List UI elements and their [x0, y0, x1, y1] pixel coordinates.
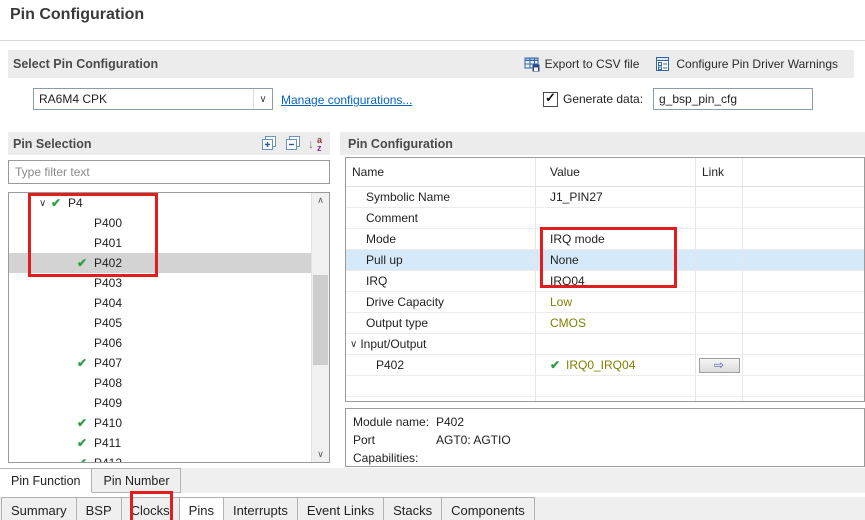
- port-capabilities-label: Port Capabilities:: [353, 431, 436, 467]
- pin-tree: P4 P400 P401 P402 P403 P404 P405 P406 P4…: [8, 192, 330, 463]
- tab-stacks[interactable]: Stacks: [383, 497, 442, 520]
- manage-configurations-link[interactable]: Manage configurations...: [281, 93, 412, 107]
- scroll-down-icon[interactable]: [312, 447, 329, 462]
- table-row[interactable]: Drive Capacity Low: [346, 292, 864, 313]
- table-row[interactable]: Comment: [346, 208, 864, 229]
- tree-item-p401[interactable]: P401: [9, 233, 330, 253]
- pin-configuration-selected-value: RA6M4 CPK: [34, 92, 253, 106]
- column-header-link: Link: [696, 158, 743, 186]
- editor-tab-bar: Summary BSP Clocks Pins Interrupts Event…: [2, 497, 865, 520]
- tab-pin-function[interactable]: Pin Function: [0, 468, 92, 493]
- tab-event-links[interactable]: Event Links: [297, 497, 384, 520]
- table-row-selected[interactable]: Pull up None: [346, 250, 864, 271]
- chevron-down-icon[interactable]: [350, 339, 357, 350]
- table-row[interactable]: P402 IRQ0_IRQ04: [346, 355, 864, 376]
- pin-filter-input[interactable]: [8, 160, 330, 184]
- export-to-csv-button[interactable]: Export to CSV file: [524, 56, 640, 72]
- collapse-all-icon: [285, 136, 301, 151]
- chevron-down-icon[interactable]: [39, 198, 51, 209]
- tree-item-p400[interactable]: P400: [9, 213, 330, 233]
- module-name-label: Module name:: [353, 413, 436, 431]
- generate-data-checkbox[interactable]: [543, 92, 558, 107]
- pin-selection-title: Pin Selection: [13, 137, 92, 151]
- pin-configuration-panel-title: Pin Configuration: [348, 137, 453, 151]
- port-capability-value: AGT0: AGTIO: [436, 431, 511, 467]
- export-to-csv-label: Export to CSV file: [545, 57, 640, 71]
- tab-clocks[interactable]: Clocks: [121, 497, 180, 520]
- check-icon: [77, 436, 90, 450]
- table-row[interactable]: Mode IRQ mode: [346, 229, 864, 250]
- pin-configuration-window: Pin Configuration Select Pin Configurati…: [0, 0, 865, 520]
- scroll-up-icon[interactable]: [312, 193, 329, 208]
- divider: [0, 40, 865, 41]
- chevron-down-icon: [253, 89, 272, 109]
- pin-selection-bar: Pin Selection: [8, 132, 330, 155]
- tree-item-p411[interactable]: P411: [9, 433, 330, 453]
- generate-data-group: Generate data:: [543, 88, 651, 110]
- tree-item-p405[interactable]: P405: [9, 313, 330, 333]
- tab-bsp[interactable]: BSP: [76, 497, 122, 520]
- tree-item-p404[interactable]: P404: [9, 293, 330, 313]
- page-title: Pin Configuration: [10, 6, 144, 24]
- tree-item-p407[interactable]: P407: [9, 353, 330, 373]
- configure-pin-driver-warnings-label: Configure Pin Driver Warnings: [676, 57, 838, 71]
- check-icon: [550, 358, 563, 372]
- generate-data-label: Generate data:: [563, 92, 643, 106]
- configure-pin-driver-warnings-button[interactable]: Configure Pin Driver Warnings: [655, 56, 838, 72]
- tree-item-p406[interactable]: P406: [9, 333, 330, 353]
- tree-item-p408[interactable]: P408: [9, 373, 330, 393]
- tree-item-p4[interactable]: P4: [9, 193, 312, 213]
- tab-interrupts[interactable]: Interrupts: [223, 497, 298, 520]
- check-icon: [77, 256, 90, 270]
- scrollbar-thumb[interactable]: [313, 275, 328, 365]
- pin-properties-table: Name Value Link Symbolic Name J1_PIN27 C…: [345, 157, 865, 402]
- table-row-empty: [346, 397, 864, 402]
- expand-all-button[interactable]: [260, 135, 278, 152]
- column-header-value: Value: [536, 158, 696, 186]
- tree-item-p409[interactable]: P409: [9, 393, 330, 413]
- pin-configuration-panel-bar: Pin Configuration: [340, 132, 865, 155]
- tab-pin-number[interactable]: Pin Number: [91, 468, 181, 493]
- tab-summary[interactable]: Summary: [1, 497, 77, 520]
- view-tab-bar: Pin Function Pin Number: [0, 468, 865, 493]
- tree-item-p402[interactable]: P402: [9, 253, 330, 273]
- module-name-value: P402: [436, 413, 464, 431]
- column-header-name: Name: [346, 158, 536, 186]
- tree-item-p412[interactable]: P412: [9, 453, 330, 463]
- generate-data-input[interactable]: [653, 88, 813, 110]
- settings-form-icon: [655, 56, 671, 72]
- sort-az-icon[interactable]: [308, 136, 326, 152]
- select-pin-configuration-bar: Select Pin Configuration Export to CSV f…: [8, 50, 854, 78]
- csv-table-save-icon: [524, 56, 540, 72]
- module-info-panel: Module name: P402 Port Capabilities: AGT…: [345, 408, 865, 467]
- expand-all-icon: [261, 136, 277, 151]
- check-icon: [77, 416, 90, 430]
- select-pin-configuration-title: Select Pin Configuration: [13, 57, 158, 71]
- check-icon: [51, 196, 64, 210]
- link-arrow-button[interactable]: [699, 358, 740, 373]
- table-row-empty: [346, 376, 864, 397]
- tree-item-p403[interactable]: P403: [9, 273, 330, 293]
- table-row-group[interactable]: Input/Output: [346, 334, 864, 355]
- tree-scrollbar[interactable]: [311, 193, 329, 462]
- collapse-all-button[interactable]: [284, 135, 302, 152]
- tab-pins[interactable]: Pins: [179, 497, 224, 520]
- pin-configuration-select[interactable]: RA6M4 CPK: [33, 88, 273, 110]
- tree-item-p410[interactable]: P410: [9, 413, 330, 433]
- table-header: Name Value Link: [346, 158, 864, 187]
- table-row[interactable]: Output type CMOS: [346, 313, 864, 334]
- table-row[interactable]: IRQ IRQ04: [346, 271, 864, 292]
- check-icon: [77, 356, 90, 370]
- check-icon: [77, 456, 90, 463]
- tab-components[interactable]: Components: [441, 497, 535, 520]
- table-row[interactable]: Symbolic Name J1_PIN27: [346, 187, 864, 208]
